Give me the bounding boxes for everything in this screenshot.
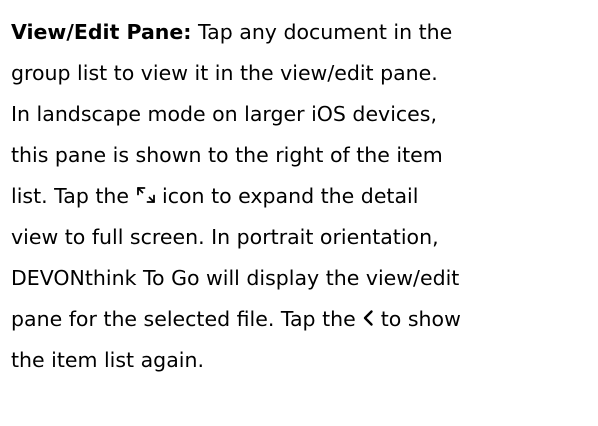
chevron-left-icon (362, 299, 374, 340)
text-line-9: the item list again. (11, 348, 204, 372)
text-line-2: group list to view it in the view/edit p… (11, 61, 438, 85)
text-line-1: View/Edit Pane: Tap any document in the (11, 12, 593, 53)
text-segment: Tap any document in the (191, 20, 453, 44)
section-heading: View/Edit Pane: (11, 20, 192, 44)
text-line-4: this pane is shown to the right of the i… (11, 143, 443, 167)
text-segment: list. Tap the (11, 184, 136, 208)
text-segment: pane for the selected file. Tap the (11, 307, 363, 331)
text-segment: icon to expand the detail (155, 184, 419, 208)
text-line-7: DEVONthink To Go will display the view/e… (11, 266, 460, 290)
text-line-8: pane for the selected file. Tap the to s… (11, 299, 593, 340)
text-segment: to show (374, 307, 461, 331)
expand-arrows-icon (136, 176, 156, 217)
text-line-6: view to full screen. In portrait orienta… (11, 225, 439, 249)
text-line-5: list. Tap the icon to expand the detail (11, 176, 593, 217)
help-paragraph: View/Edit Pane: Tap any document in the … (11, 12, 593, 381)
text-line-3: In landscape mode on larger iOS devices, (11, 102, 437, 126)
